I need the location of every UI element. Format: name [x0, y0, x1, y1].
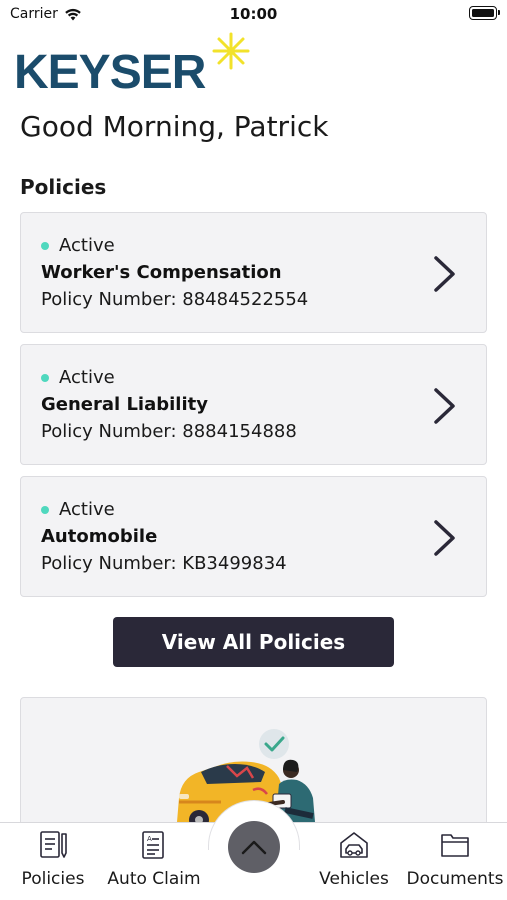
policy-number: Policy Number: 88484522554: [41, 289, 309, 310]
tab-vehicles[interactable]: Vehicles: [316, 829, 392, 889]
policy-card-workers-compensation[interactable]: Active Worker's Compensation Policy Numb…: [20, 212, 487, 333]
policy-number: Policy Number: 8884154888: [41, 421, 297, 442]
folder-icon: [441, 834, 469, 857]
tab-label: Documents: [406, 869, 504, 889]
greeting-heading: Good Morning, Patrick: [20, 110, 329, 143]
sparkle-icon: [212, 32, 250, 70]
policy-status: Active: [41, 367, 115, 388]
tab-policies[interactable]: Policies: [20, 829, 86, 889]
clock: 10:00: [229, 5, 278, 23]
policy-status-label: Active: [59, 367, 115, 388]
tab-label: Auto Claim: [107, 869, 201, 889]
policy-name: Worker's Compensation: [41, 262, 282, 283]
tab-label: Vehicles: [319, 869, 389, 889]
policy-name: Automobile: [41, 526, 158, 547]
claim-form-icon: A: [142, 831, 164, 859]
logo-wordmark: KEYSER: [14, 46, 206, 99]
policy-document-icon: [40, 831, 67, 858]
status-bar: Carrier 10:00: [0, 0, 507, 28]
garage-car-icon: [340, 832, 368, 858]
policy-card-general-liability[interactable]: Active General Liability Policy Number: …: [20, 344, 487, 465]
chevron-right-icon[interactable]: [432, 387, 458, 425]
status-dot-icon: [41, 241, 49, 250]
policies-section-title: Policies: [20, 175, 107, 199]
policy-number: Policy Number: KB3499834: [41, 553, 287, 574]
view-all-policies-button[interactable]: View All Policies: [113, 617, 394, 667]
chevron-right-icon[interactable]: [432, 255, 458, 293]
tab-auto-claim[interactable]: A Auto Claim: [107, 829, 201, 889]
policy-status-label: Active: [59, 235, 115, 256]
chevron-up-icon: [241, 840, 267, 855]
tab-documents[interactable]: Documents: [406, 829, 504, 889]
policy-status: Active: [41, 499, 115, 520]
policy-status-label: Active: [59, 499, 115, 520]
battery-icon: [469, 6, 500, 20]
chevron-right-icon[interactable]: [432, 519, 458, 557]
tab-label: Policies: [21, 869, 85, 889]
expand-menu-button[interactable]: [228, 821, 280, 873]
svg-text:A: A: [147, 835, 152, 843]
policy-name: General Liability: [41, 394, 208, 415]
status-dot-icon: [41, 373, 49, 382]
status-dot-icon: [41, 505, 49, 514]
policy-card-automobile[interactable]: Active Automobile Policy Number: KB34998…: [20, 476, 487, 597]
policy-status: Active: [41, 235, 115, 256]
brand-logo: KEYSER: [14, 32, 250, 99]
